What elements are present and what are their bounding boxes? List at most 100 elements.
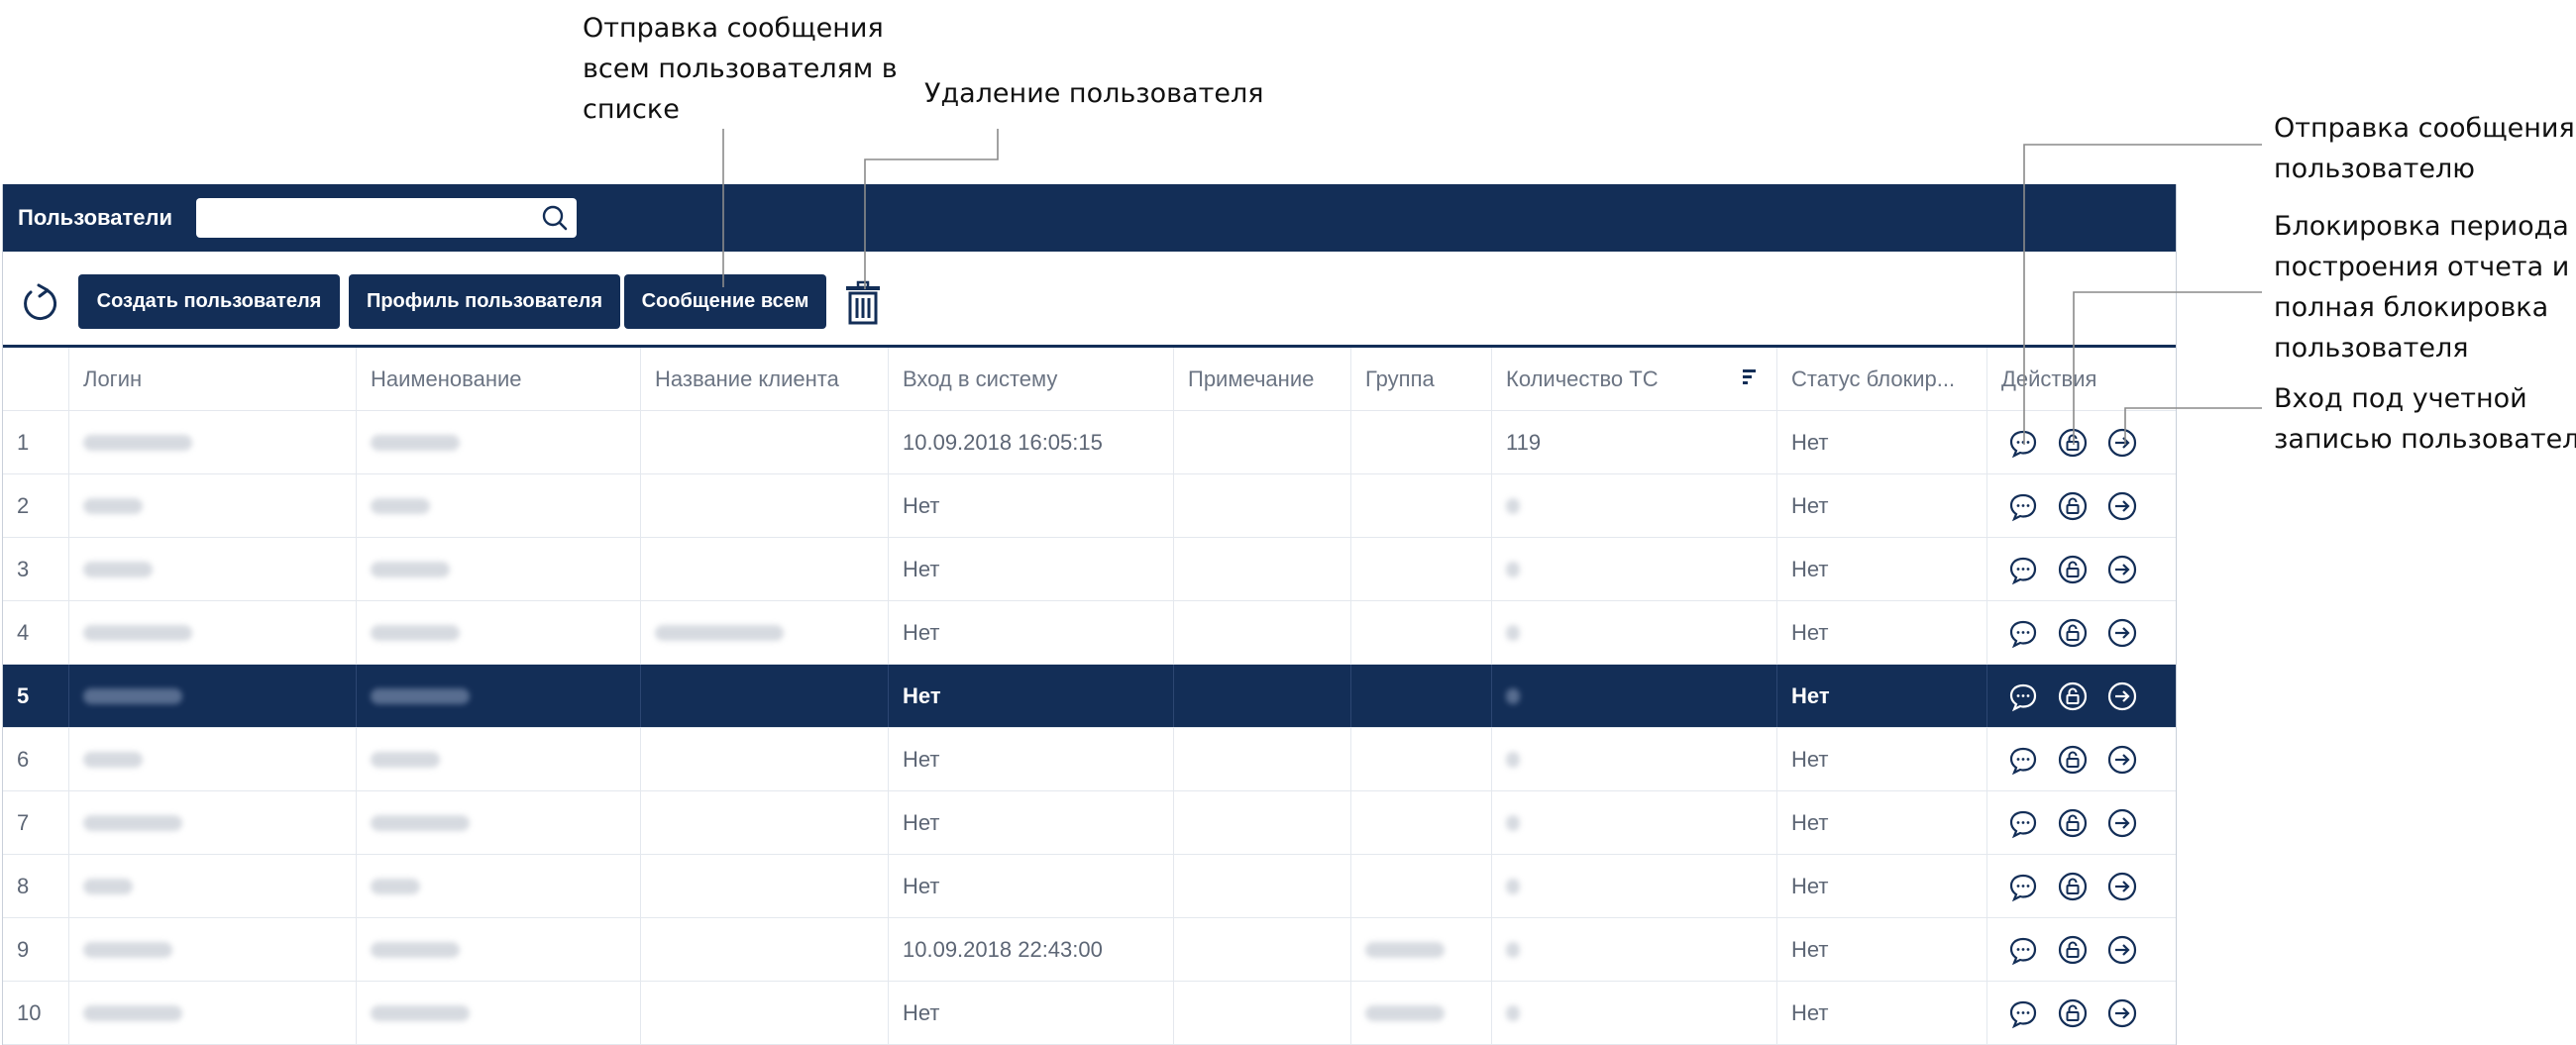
cell-login bbox=[68, 538, 356, 600]
cell-login-time: Нет bbox=[888, 601, 1173, 664]
lock-icon[interactable] bbox=[2057, 680, 2089, 712]
table-row[interactable]: 2 Нет Нет bbox=[3, 474, 2176, 538]
redacted-text bbox=[371, 561, 450, 577]
column-header-num bbox=[3, 348, 68, 410]
row-number: 4 bbox=[17, 619, 30, 645]
toolbar: Создать пользователя Профиль пользовател… bbox=[3, 252, 2176, 348]
redacted-text bbox=[1506, 1004, 1520, 1021]
table-row[interactable]: 3 Нет Нет bbox=[3, 538, 2176, 601]
callout-message-all: Отправка сообщения всем пользователям в … bbox=[583, 13, 898, 125]
table-row[interactable]: 6 Нет Нет bbox=[3, 728, 2176, 791]
cell-block-status: Нет bbox=[1776, 538, 1986, 600]
arrow-right-circle-icon[interactable] bbox=[2106, 680, 2138, 712]
lock-icon[interactable] bbox=[2057, 427, 2089, 459]
arrow-right-circle-icon[interactable] bbox=[2106, 490, 2138, 522]
cell-login bbox=[68, 791, 356, 854]
search-box[interactable] bbox=[196, 198, 578, 238]
cell-actions bbox=[1986, 538, 2176, 600]
column-header-group[interactable]: Группа bbox=[1350, 348, 1491, 410]
cell-client bbox=[640, 411, 888, 473]
cell-login bbox=[68, 474, 356, 537]
cell-login-time: 10.09.2018 16:05:15 bbox=[888, 411, 1173, 473]
row-number: 3 bbox=[17, 556, 30, 581]
table-row[interactable]: 9 10.09.2018 22:43:00 Нет bbox=[3, 918, 2176, 982]
column-header-login[interactable]: Логин bbox=[68, 348, 356, 410]
row-number: 8 bbox=[17, 873, 30, 898]
redacted-text bbox=[83, 497, 143, 514]
row-number: 9 bbox=[17, 936, 30, 962]
lock-icon[interactable] bbox=[2057, 871, 2089, 902]
message-bubble-icon[interactable] bbox=[2007, 997, 2039, 1029]
redacted-text bbox=[655, 624, 784, 641]
create-user-button[interactable]: Создать пользователя bbox=[78, 274, 340, 329]
arrow-right-circle-icon[interactable] bbox=[2106, 617, 2138, 649]
arrow-right-circle-icon[interactable] bbox=[2106, 744, 2138, 776]
column-header-note[interactable]: Примечание bbox=[1173, 348, 1350, 410]
user-profile-button[interactable]: Профиль пользователя bbox=[349, 274, 620, 329]
cell-block-status: Нет bbox=[1776, 665, 1986, 727]
column-header-name[interactable]: Наименование bbox=[356, 348, 640, 410]
cell-group bbox=[1350, 665, 1491, 727]
column-header-block-status[interactable]: Статус блокир... bbox=[1776, 348, 1986, 410]
message-bubble-icon[interactable] bbox=[2007, 934, 2039, 966]
lock-icon[interactable] bbox=[2057, 997, 2089, 1029]
message-all-button[interactable]: Сообщение всем bbox=[624, 274, 826, 329]
message-bubble-icon[interactable] bbox=[2007, 617, 2039, 649]
arrow-right-circle-icon[interactable] bbox=[2106, 997, 2138, 1029]
redacted-text bbox=[1365, 941, 1445, 958]
table-row[interactable]: 1 10.09.2018 16:05:15 119 Нет bbox=[3, 411, 2176, 474]
cell-client bbox=[640, 791, 888, 854]
lock-icon[interactable] bbox=[2057, 807, 2089, 839]
cell-name bbox=[356, 538, 640, 600]
search-icon[interactable] bbox=[539, 202, 571, 234]
cell-login bbox=[68, 411, 356, 473]
arrow-right-circle-icon[interactable] bbox=[2106, 807, 2138, 839]
arrow-right-circle-icon[interactable] bbox=[2106, 427, 2138, 459]
cell-vehicles bbox=[1491, 474, 1776, 537]
cell-note bbox=[1173, 538, 1350, 600]
cell-group bbox=[1350, 791, 1491, 854]
cell-vehicles bbox=[1491, 538, 1776, 600]
message-bubble-icon[interactable] bbox=[2007, 427, 2039, 459]
cell-login bbox=[68, 601, 356, 664]
cell-note bbox=[1173, 601, 1350, 664]
cell-note bbox=[1173, 665, 1350, 727]
message-bubble-icon[interactable] bbox=[2007, 490, 2039, 522]
lock-icon[interactable] bbox=[2057, 554, 2089, 585]
arrow-right-circle-icon[interactable] bbox=[2106, 934, 2138, 966]
redacted-text bbox=[1506, 878, 1520, 894]
arrow-right-circle-icon[interactable] bbox=[2106, 871, 2138, 902]
cell-name bbox=[356, 411, 640, 473]
table-row[interactable]: 7 Нет Нет bbox=[3, 791, 2176, 855]
message-bubble-icon[interactable] bbox=[2007, 807, 2039, 839]
table-row[interactable]: 4 Нет Нет bbox=[3, 601, 2176, 665]
cell-vehicles bbox=[1491, 855, 1776, 917]
table-row[interactable]: 8 Нет Нет bbox=[3, 855, 2176, 918]
redacted-text bbox=[371, 624, 460, 641]
lock-icon[interactable] bbox=[2057, 490, 2089, 522]
message-bubble-icon[interactable] bbox=[2007, 680, 2039, 712]
column-header-vehicles[interactable]: Количество ТС bbox=[1491, 348, 1776, 410]
table-body: 1 10.09.2018 16:05:15 119 Нет 2 Нет Нет 3 Нет Нет… bbox=[3, 411, 2176, 1045]
cell-client bbox=[640, 474, 888, 537]
column-header-login-time[interactable]: Вход в систему bbox=[888, 348, 1173, 410]
refresh-icon[interactable] bbox=[17, 281, 60, 325]
lock-icon[interactable] bbox=[2057, 934, 2089, 966]
panel-header: Пользователи bbox=[3, 184, 2176, 252]
trash-icon[interactable] bbox=[843, 280, 883, 326]
cell-name bbox=[356, 474, 640, 537]
table-row[interactable]: 5 Нет Нет bbox=[3, 665, 2176, 728]
arrow-right-circle-icon[interactable] bbox=[2106, 554, 2138, 585]
cell-block-status: Нет bbox=[1776, 982, 1986, 1044]
sort-icon[interactable] bbox=[1743, 367, 1757, 385]
message-bubble-icon[interactable] bbox=[2007, 871, 2039, 902]
cell-vehicles: 119 bbox=[1491, 411, 1776, 473]
lock-icon[interactable] bbox=[2057, 617, 2089, 649]
lock-icon[interactable] bbox=[2057, 744, 2089, 776]
message-bubble-icon[interactable] bbox=[2007, 554, 2039, 585]
search-input[interactable] bbox=[206, 198, 528, 238]
table-row[interactable]: 10 Нет Нет bbox=[3, 982, 2176, 1045]
cell-vehicles bbox=[1491, 918, 1776, 981]
column-header-client[interactable]: Название клиента bbox=[640, 348, 888, 410]
message-bubble-icon[interactable] bbox=[2007, 744, 2039, 776]
